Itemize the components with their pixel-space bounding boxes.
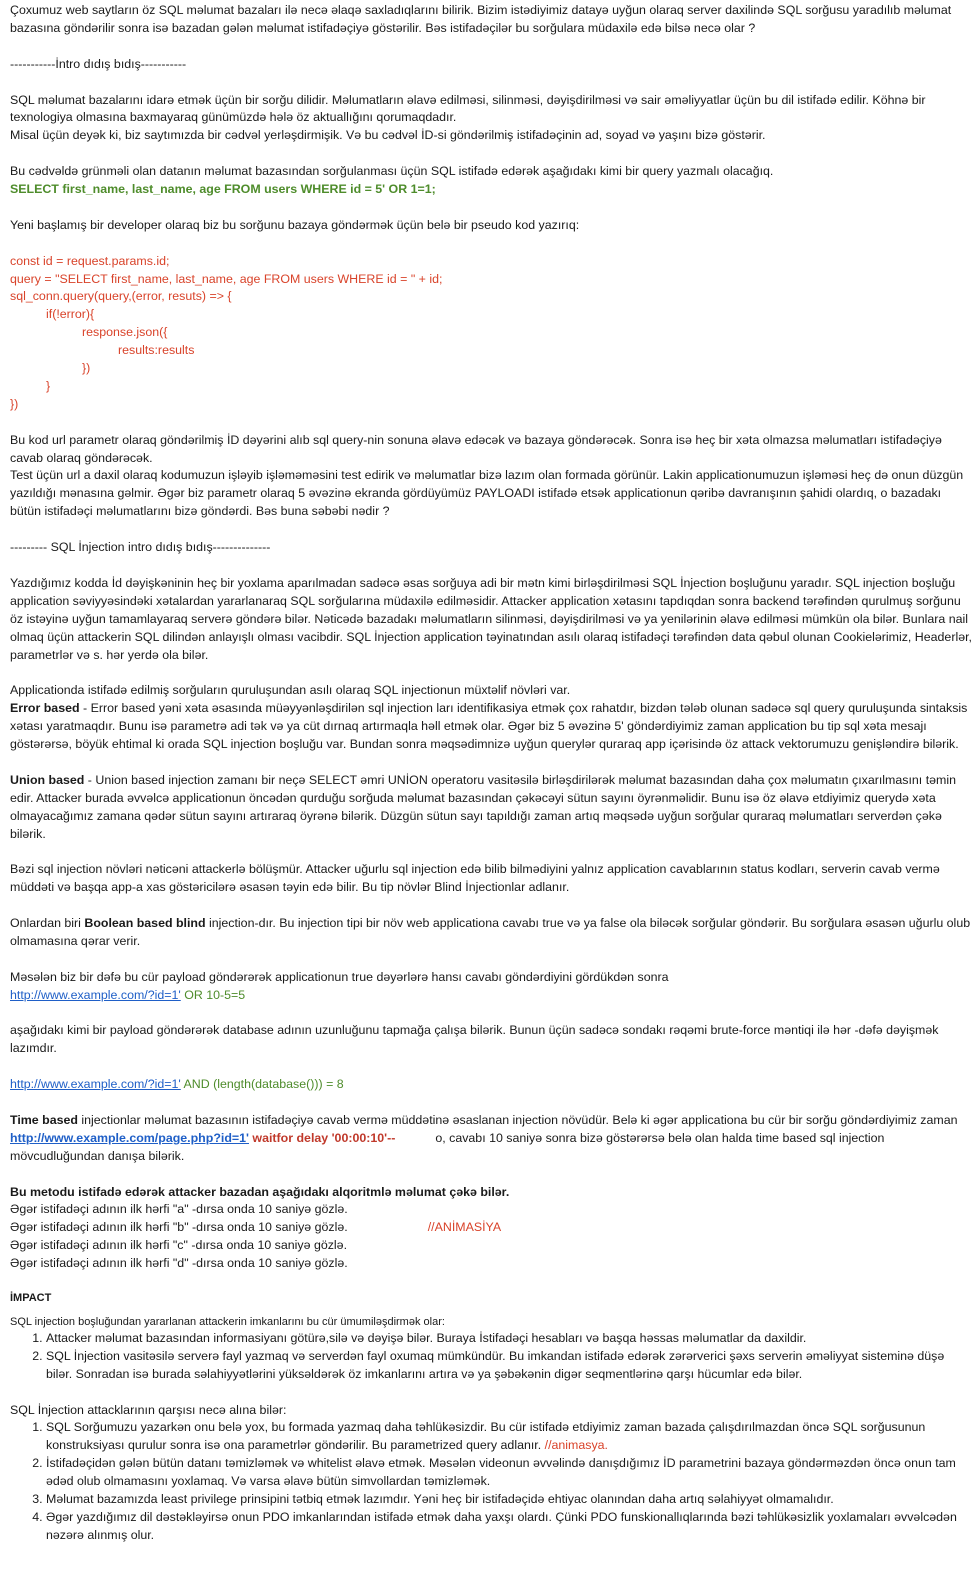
brute-force-paragraph: aşağıdakı kimi bir payload göndərərək da…	[10, 1023, 939, 1056]
sqli-types-intro: Applicationda istifadə edilmiş sorğuları…	[10, 683, 571, 698]
animation-note: //ANİMASİYA	[427, 1220, 502, 1235]
union-based-paragraph: Union based - Union based injection zama…	[10, 772, 973, 844]
payload-example-paragraph: Məsələn biz bir dəfə bu cür payload gönd…	[10, 969, 669, 984]
pseudo-code-intro: Yeni başlamış bir developer olaraq biz b…	[10, 217, 580, 232]
time-based-label: Time based	[10, 1112, 78, 1127]
code-text: }	[46, 378, 51, 393]
payload-text: waitfor delay '00:00:10'--	[248, 1130, 396, 1145]
algorithm-step: Əgər istifadəçi adının ilk hərfi "d" -dı…	[10, 1256, 348, 1271]
code-line: response.json({	[10, 324, 973, 342]
union-based-label: Union based	[10, 772, 85, 787]
example-paragraph: Misal üçün deyək ki, biz saytımızda bir …	[10, 128, 766, 143]
example-url-link[interactable]: http://www.example.com/?id=1'	[10, 1077, 181, 1091]
example-url-link[interactable]: http://www.example.com/page.php?id=1'	[10, 1131, 249, 1145]
code-line: const id = request.params.id;	[10, 253, 170, 268]
payload-line-2: http://www.example.com/?id=1' AND (lengt…	[10, 1076, 973, 1094]
impact-heading: İMPACT	[10, 1291, 52, 1304]
intro-paragraph: Çoxumuz web saytların öz SQL məlumat baz…	[10, 3, 952, 35]
list-item: Əgər yazdığımız dil dəstəkləyirsə onun P…	[46, 1509, 973, 1545]
section-separator-sqli: --------- SQL İnjection intro dıdış bıdı…	[10, 540, 271, 555]
algorithm-step: Əgər istifadəçi adının ilk hərfi "c" -dı…	[10, 1238, 348, 1253]
code-line: query = "SELECT first_name, last_name, a…	[10, 271, 443, 286]
code-line: }	[10, 378, 973, 396]
blind-injection-paragraph: Bəzi sql injection növləri nəticəni atta…	[10, 862, 940, 895]
sql-definition-paragraph: SQL məlumat bazalarını idarə etmək üçün …	[10, 92, 926, 125]
pseudo-code-block: const id = request.params.id; query = "S…	[10, 253, 973, 414]
code-line: })	[10, 396, 19, 411]
time-based-paragraph: Time based injectionlar məlumat bazasını…	[10, 1112, 973, 1166]
error-based-label: Error based	[10, 701, 80, 716]
list-item: Attacker məlumat bazasından informasiyan…	[46, 1330, 973, 1348]
prevention-list: SQL Sorğumuzu yazarkən onu belə yox, bu …	[10, 1419, 973, 1544]
code-text: })	[82, 361, 91, 376]
code-line: results:results	[10, 342, 973, 360]
algorithm-title: Bu metodu istifadə edərək attacker bazad…	[10, 1184, 510, 1199]
code-line: })	[10, 360, 973, 378]
boolean-intro-text: Onlardan biri	[10, 916, 85, 931]
algorithm-step-text: Əgər istifadəçi adının ilk hərfi "b" -dı…	[10, 1220, 348, 1235]
document-page: Çoxumuz web saytların öz SQL məlumat baz…	[0, 0, 979, 1545]
algorithm-step: Əgər istifadəçi adının ilk hərfi "b" -dı…	[10, 1219, 973, 1237]
code-explanation-paragraph: Bu kod url parametr olaraq göndərilmiş İ…	[10, 432, 942, 465]
impact-list: Attacker məlumat bazasından informasiyan…	[10, 1330, 973, 1384]
time-based-text: injectionlar məlumat bazasının istifadəç…	[77, 1112, 958, 1127]
test-paragraph: Test üçün url a daxil olaraq kodumuzun i…	[10, 468, 964, 519]
code-line: if(!error){	[10, 306, 973, 324]
list-item: İstifadəçidən gələn bütün datanı təmizlə…	[46, 1455, 973, 1491]
union-based-text: - Union based injection zamanı bir neçə …	[10, 772, 956, 841]
error-based-paragraph: Error based - Error based yəni xəta əsas…	[10, 700, 973, 754]
code-text: results:results	[118, 343, 195, 358]
section-separator-intro: -----------İntro dıdış bıdış-----------	[10, 56, 187, 71]
example-url-link[interactable]: http://www.example.com/?id=1'	[10, 988, 181, 1002]
prevention-heading: SQL İnjection attacklarının qarşısı necə…	[10, 1402, 287, 1417]
sqli-definition-paragraph: Yazdığımız kodda İd dəyişkəninin heç bir…	[10, 575, 972, 662]
algorithm-step: Əgər istifadəçi adının ilk hərfi "a" -dı…	[10, 1202, 348, 1217]
error-based-text: - Error based yəni xəta əsasında müəyyən…	[10, 701, 968, 752]
list-item: SQL İnjection vasitəsilə serverə fayl ya…	[46, 1348, 973, 1384]
animation-note: //animasya.	[544, 1438, 608, 1453]
payload-text: OR 10-5=5	[180, 987, 246, 1002]
code-text: if(!error){	[46, 307, 95, 322]
boolean-based-label: Boolean based blind	[84, 916, 206, 931]
list-item: SQL Sorğumuzu yazarkən onu belə yox, bu …	[46, 1419, 973, 1455]
payload-line-1: http://www.example.com/?id=1' OR 10-5=5	[10, 987, 973, 1005]
code-text: response.json({	[82, 325, 168, 340]
list-item: Məlumat bazamızda least privilege prinsi…	[46, 1491, 973, 1509]
sql-query-example: SELECT first_name, last_name, age FROM u…	[10, 182, 436, 197]
query-intro-paragraph: Bu cədvəldə grünməli olan datanın məluma…	[10, 164, 774, 179]
payload-text: AND (length(database())) = 8	[180, 1077, 344, 1092]
impact-intro: SQL injection boşluğundan yararlanan att…	[10, 1315, 445, 1328]
list-item-text: SQL Sorğumuzu yazarkən onu belə yox, bu …	[46, 1420, 926, 1453]
code-line: sql_conn.query(query,(error, resuts) => …	[10, 289, 232, 304]
boolean-based-paragraph: Onlardan biri Boolean based blind inject…	[10, 915, 973, 951]
